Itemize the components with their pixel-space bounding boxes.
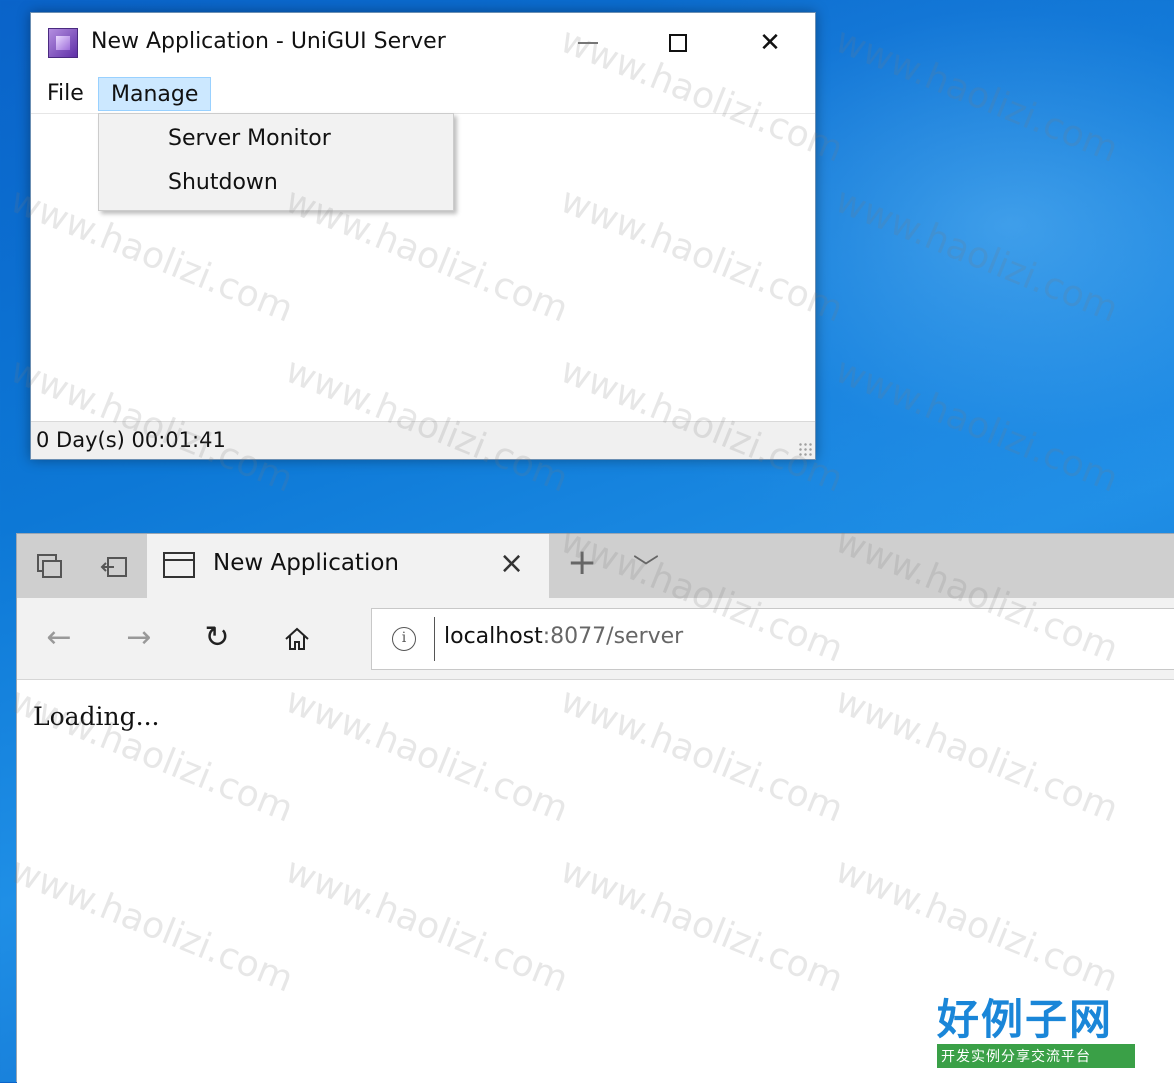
window-title: New Application - UniGUI Server [91,29,446,54]
tab-close-icon[interactable]: × [499,546,524,581]
tab-title: New Application [213,550,399,576]
manage-dropdown: Server Monitor Shutdown [98,113,454,211]
url-host: localhost [444,624,543,649]
menu-bar: File Manage [31,75,815,114]
tab-strip: New Application × + ﹀ [17,534,1174,598]
app-icon [48,28,78,58]
minimize-icon [578,42,598,44]
address-bar[interactable]: i localhost:8077/server [371,608,1174,670]
maximize-button[interactable] [655,25,701,61]
menu-item-server-monitor[interactable]: Server Monitor [168,126,331,151]
refresh-icon[interactable]: ↻ [197,618,237,658]
loading-text: Loading... [33,702,160,731]
tab-new-application[interactable]: New Application × [147,534,549,598]
resize-grip-icon[interactable] [798,442,812,456]
info-icon[interactable]: i [392,627,416,651]
menu-manage[interactable]: Manage [98,77,212,111]
text-cursor [434,617,435,661]
nav-bar: ← → ↻ i localhost:8077/server [17,598,1174,680]
logo-main-text: 好例子网 [937,995,1114,1044]
close-button[interactable]: ✕ [747,25,793,61]
menu-file[interactable]: File [35,77,96,111]
back-arrow-icon[interactable]: ← [39,618,79,658]
status-bar: 0 Day(s) 00:01:41 [31,421,815,459]
uptime-text: 0 Day(s) 00:01:41 [36,428,226,452]
unigui-server-window: New Application - UniGUI Server ✕ File M… [30,12,816,460]
url-text: localhost:8077/server [444,624,683,649]
title-bar[interactable]: New Application - UniGUI Server ✕ [31,13,815,75]
set-tabs-aside-icon[interactable] [99,552,129,582]
minimize-button[interactable] [565,25,611,61]
new-tab-icon[interactable]: + [567,542,597,583]
logo-sub-text: 开发实例分享交流平台 [937,1044,1135,1068]
maximize-icon [669,34,687,52]
forward-arrow-icon[interactable]: → [119,618,159,658]
home-icon[interactable] [277,618,317,658]
tabs-aside-icon[interactable] [35,552,65,582]
chevron-down-icon[interactable]: ﹀ [633,548,659,585]
url-path: :8077/server [542,624,684,649]
haolizi-logo: 好例子网 开发实例分享交流平台 [937,996,1135,1068]
page-icon [163,552,195,578]
menu-item-shutdown[interactable]: Shutdown [168,170,278,195]
close-icon: ✕ [759,28,781,58]
